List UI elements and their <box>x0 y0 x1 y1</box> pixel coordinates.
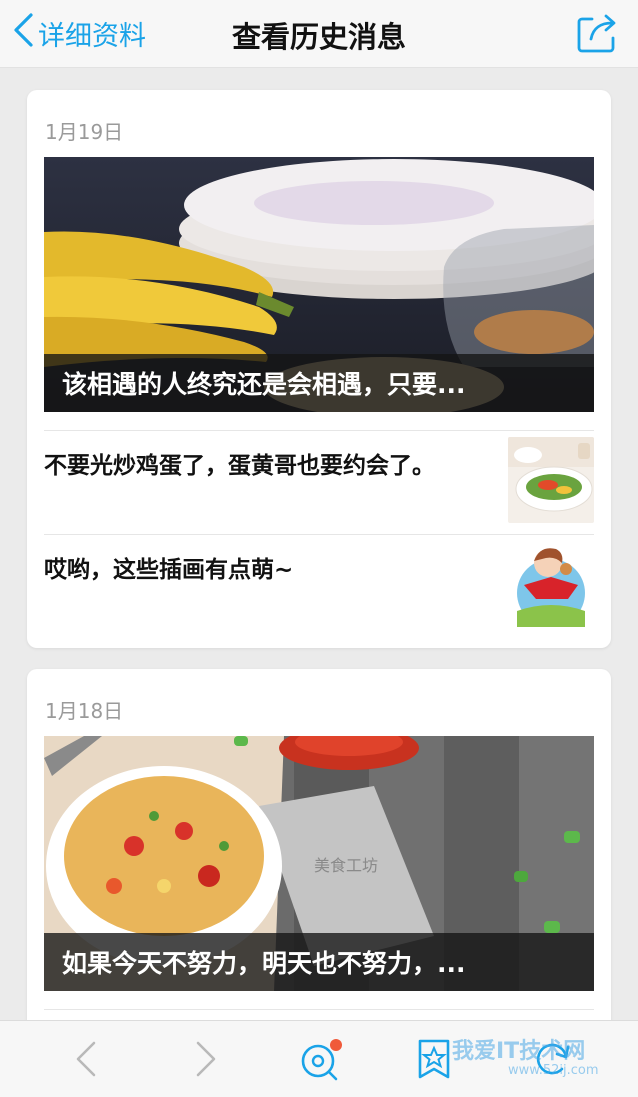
cartoon-girl-illustration-thumbnail <box>508 541 594 627</box>
chevron-left-icon <box>12 12 34 55</box>
refresh-button[interactable] <box>528 1035 576 1083</box>
featured-article[interactable]: 该相遇的人终究还是会相遇，只要... <box>44 157 594 412</box>
discover-button[interactable] <box>296 1035 344 1083</box>
list-item-title: 不要光炒鸡蛋了，蛋黄哥也要约会了。 <box>44 453 435 479</box>
forward-arrow-button[interactable] <box>180 1035 228 1083</box>
list-item-title: 哎哟，这些插画有点萌~ <box>44 557 294 583</box>
bookmark-button[interactable] <box>410 1035 458 1083</box>
message-card: 1月18日 美食工坊 如果今天不努力，明天也不努力，... <box>27 669 611 1020</box>
back-button-label: 详细资料 <box>38 20 146 52</box>
card-date: 1月19日 <box>45 120 124 144</box>
back-arrow-icon <box>64 1041 112 1087</box>
share-icon <box>576 14 620 58</box>
card-date: 1月18日 <box>45 699 124 723</box>
list-item[interactable]: 不要光炒鸡蛋了，蛋黄哥也要约会了。 <box>44 430 594 534</box>
forward-arrow-icon <box>180 1041 228 1087</box>
share-button[interactable] <box>576 12 620 54</box>
featured-article-title: 如果今天不努力，明天也不努力，... <box>44 933 594 991</box>
back-arrow-button[interactable] <box>64 1035 112 1083</box>
bookmark-star-icon <box>410 1039 458 1087</box>
message-history-list[interactable]: 1月19日 该相遇的人终究还是会相遇，只要... 不要光炒鸡蛋了，蛋黄哥也要约会… <box>0 68 638 1020</box>
list-item[interactable] <box>44 1009 594 1020</box>
stir-fry-dish-thumbnail <box>508 437 594 523</box>
top-navigation-bar: 详细资料 查看历史消息 <box>0 0 638 68</box>
message-card: 1月19日 该相遇的人终究还是会相遇，只要... 不要光炒鸡蛋了，蛋黄哥也要约会… <box>27 90 611 648</box>
notification-badge <box>330 1039 342 1051</box>
back-button[interactable]: 详细资料 <box>12 10 146 56</box>
discover-icon <box>296 1039 344 1087</box>
svg-text:美食工坊: 美食工坊 <box>314 856 378 875</box>
featured-article-title: 该相遇的人终究还是会相遇，只要... <box>44 354 594 412</box>
bottom-toolbar: 我爱IT技术网 www.52ij.com <box>0 1020 638 1097</box>
refresh-icon <box>528 1043 576 1087</box>
featured-article[interactable]: 美食工坊 如果今天不努力，明天也不努力，... <box>44 736 594 991</box>
list-item[interactable]: 哎哟，这些插画有点萌~ <box>44 534 594 644</box>
